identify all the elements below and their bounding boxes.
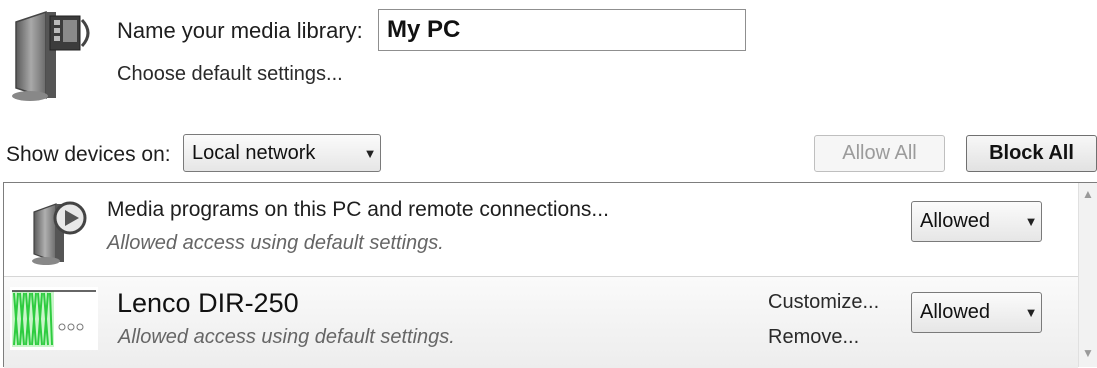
- device-title: Lenco DIR-250: [117, 288, 299, 318]
- device-thumbnail: [10, 287, 98, 350]
- access-dropdown-value: Allowed: [920, 210, 991, 232]
- choose-default-settings-link[interactable]: Choose default settings...: [117, 63, 343, 86]
- device-status: Allowed access using default settings.: [118, 326, 455, 348]
- block-all-button[interactable]: Block All: [966, 135, 1097, 172]
- chevron-down-icon: ▼: [363, 145, 377, 161]
- device-status: Allowed access using default settings.: [107, 232, 444, 254]
- access-dropdown[interactable]: Allowed ▼: [911, 201, 1042, 242]
- network-dropdown-value: Local network: [192, 141, 316, 164]
- scroll-down-arrow-icon[interactable]: ▼: [1079, 346, 1097, 362]
- device-title: Media programs on this PC and remote con…: [107, 198, 609, 221]
- chevron-down-icon: ▼: [1024, 214, 1038, 229]
- remove-link[interactable]: Remove...: [768, 326, 859, 349]
- show-devices-label: Show devices on:: [6, 143, 171, 166]
- allow-all-button[interactable]: Allow All: [814, 135, 945, 172]
- customize-link[interactable]: Customize...: [768, 291, 879, 314]
- access-dropdown-value: Allowed: [920, 301, 991, 323]
- scroll-up-arrow-icon[interactable]: ▲: [1079, 187, 1097, 203]
- access-dropdown[interactable]: Allowed ▼: [911, 292, 1042, 333]
- media-programs-icon: [30, 198, 92, 268]
- library-name-input[interactable]: [378, 9, 746, 51]
- library-name-label: Name your media library:: [117, 18, 363, 43]
- media-library-icon: [10, 8, 98, 106]
- chevron-down-icon: ▼: [1024, 305, 1038, 320]
- vertical-scrollbar[interactable]: [1078, 183, 1097, 367]
- network-dropdown[interactable]: Local network ▼: [183, 134, 381, 172]
